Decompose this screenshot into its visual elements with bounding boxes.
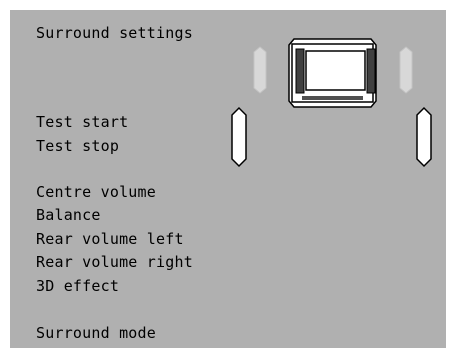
front-left-speaker-icon	[253, 46, 267, 94]
tv-icon	[288, 38, 377, 108]
front-right-speaker-icon	[399, 46, 413, 94]
surround-settings-screen: Surround settings Test start Test stop C…	[10, 10, 446, 348]
rear-right-speaker-icon	[416, 106, 432, 168]
speaker-layout-diagram	[231, 38, 432, 168]
rear-left-speaker-icon	[231, 106, 247, 168]
